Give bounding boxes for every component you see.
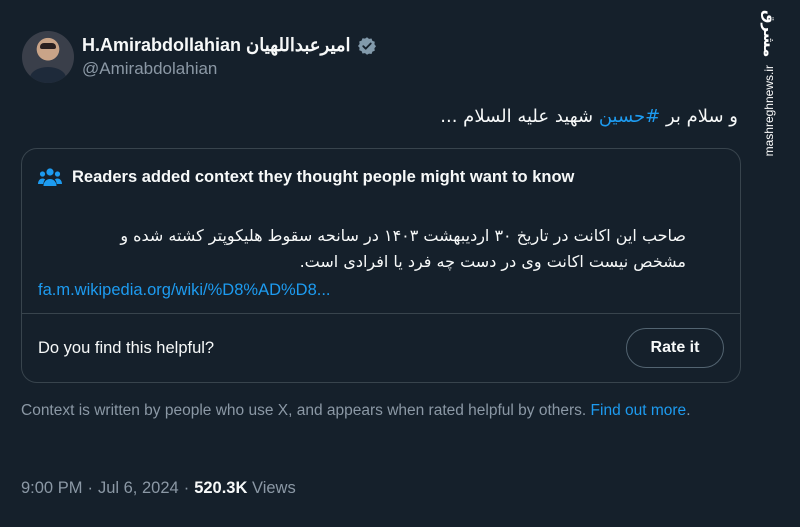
watermark-logo: مشرق xyxy=(760,10,778,58)
context-info-period: . xyxy=(686,402,691,419)
name-row: H.Amirabdollahian امیرعبداللهیان xyxy=(82,35,377,56)
user-handle[interactable]: @Amirabdolahian xyxy=(82,59,377,79)
meta-separator: · xyxy=(183,479,190,497)
tweet-text-after: شهید علیه السلام ... xyxy=(440,106,599,127)
tweet-text: و سلام بر #حسین شهید علیه السلام ... xyxy=(440,106,738,127)
community-note-header: Readers added context they thought peopl… xyxy=(38,167,574,187)
people-icon xyxy=(38,168,62,186)
tweet-time[interactable]: 9:00 PM xyxy=(21,479,82,498)
community-note-title: Readers added context they thought peopl… xyxy=(72,167,575,186)
community-note-body: صاحب این اکانت در تاریخ ۳۰ اردیبهشت ۱۴۰۳… xyxy=(38,223,686,303)
verified-badge-icon xyxy=(357,36,376,55)
context-info-text: Context is written by people who use X, … xyxy=(21,402,591,419)
community-note: Readers added context they thought peopl… xyxy=(21,148,741,383)
helpful-question: Do you find this helpful? xyxy=(38,339,215,357)
tweet-header: H.Amirabdollahian امیرعبداللهیان @Amirab… xyxy=(22,31,377,83)
rate-it-button[interactable]: Rate it xyxy=(626,328,724,368)
watermark: مشرق mashreghnews.ir xyxy=(756,10,782,157)
display-name[interactable]: H.Amirabdollahian امیرعبداللهیان xyxy=(82,35,351,56)
context-info: Context is written by people who use X, … xyxy=(21,400,721,421)
find-out-more-link[interactable]: Find out more xyxy=(591,402,687,419)
hashtag-link[interactable]: #حسین xyxy=(599,106,660,127)
community-note-line-2: مشخص نیست اکانت وی در دست چه فرد یا افرا… xyxy=(299,252,686,271)
avatar[interactable] xyxy=(22,31,74,83)
tweet-text-before: و سلام بر xyxy=(660,106,738,127)
tweet-date[interactable]: Jul 6, 2024 xyxy=(98,479,179,498)
community-note-source-link[interactable]: fa.m.wikipedia.org/wiki/%D8%AD%D8... xyxy=(38,277,686,303)
divider xyxy=(22,313,740,314)
views-label: Views xyxy=(252,479,296,497)
meta-separator: · xyxy=(87,479,93,497)
community-note-line-1: صاحب این اکانت در تاریخ ۳۰ اردیبهشت ۱۴۰۳… xyxy=(120,226,686,245)
author-names: H.Amirabdollahian امیرعبداللهیان @Amirab… xyxy=(82,35,377,79)
watermark-url: mashreghnews.ir xyxy=(762,65,776,157)
views-count: 520.3K xyxy=(194,479,248,497)
tweet-meta: 9:00 PM · Jul 6, 2024 · 520.3K Views xyxy=(21,479,296,498)
